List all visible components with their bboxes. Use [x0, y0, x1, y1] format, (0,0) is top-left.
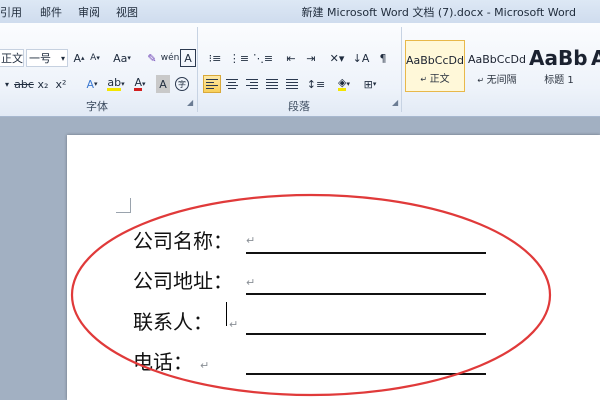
- annotation-oval: [70, 193, 552, 397]
